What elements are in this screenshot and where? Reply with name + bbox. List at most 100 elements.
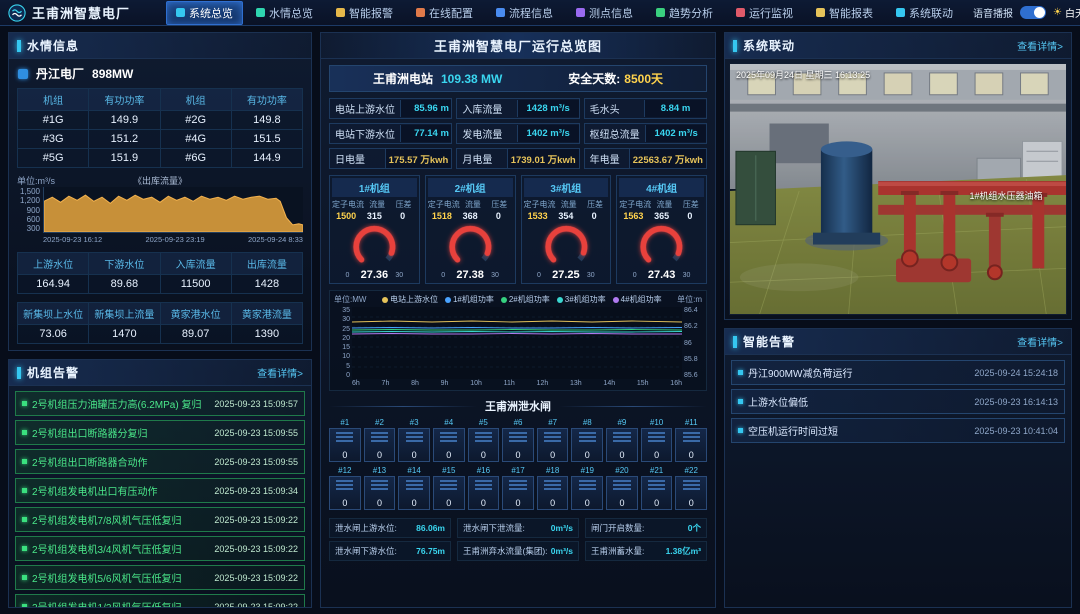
- spill-gate[interactable]: #16 0: [468, 466, 500, 510]
- nav-item[interactable]: 水情总览: [246, 1, 323, 25]
- nav-item-icon: [496, 8, 505, 17]
- unit-card[interactable]: 1#机组 定子电流 流量 压差 1500 315 0: [329, 175, 420, 284]
- nav-item[interactable]: 智能报警: [326, 1, 403, 25]
- outflow-y-axis: 1,5001,200900600300: [17, 187, 43, 233]
- spill-gate[interactable]: #1 0: [329, 418, 361, 462]
- spill-gate[interactable]: #2 0: [364, 418, 396, 462]
- spill-gate[interactable]: #4 0: [433, 418, 465, 462]
- unit-alarms-more-link[interactable]: 查看详情>: [257, 365, 303, 380]
- y-tick: 20: [342, 335, 350, 342]
- unit-alarm-row[interactable]: 2号机组发电机7/8风机气压低复归 2025-09-23 15:09:22: [15, 507, 305, 532]
- smart-alerts-title: 智能告警: [743, 333, 795, 350]
- gate-id: #20: [615, 466, 628, 475]
- gate-box: 0: [364, 428, 396, 462]
- gate-box: 0: [537, 428, 569, 462]
- gate-box: 0: [364, 476, 396, 510]
- unit-card-title: 4#机组: [619, 178, 704, 197]
- system-linkage-more-link[interactable]: 查看详情>: [1017, 38, 1063, 53]
- nav-item[interactable]: 趋势分析: [646, 1, 723, 25]
- unit-alarm-row[interactable]: 2号机组出口断路器合动作 2025-09-23 15:09:55: [15, 449, 305, 474]
- flow-label: 流量: [556, 197, 582, 211]
- unit-card[interactable]: 3#机组 定子电流 流量 压差 1533 354 0: [521, 175, 612, 284]
- nav-item[interactable]: 测点信息: [566, 1, 643, 25]
- spill-gate[interactable]: #19 0: [571, 466, 603, 510]
- smart-alert-row[interactable]: 上游水位偏低 2025-09-23 16:14:13: [731, 389, 1065, 414]
- day-mode-button[interactable]: ☀ 白天: [1053, 5, 1080, 20]
- nav-item[interactable]: 流程信息: [486, 1, 563, 25]
- spill-gates-header: 王甫洲泄水闸: [329, 398, 707, 414]
- nav-item[interactable]: 系统总览: [166, 1, 243, 25]
- spill-gate[interactable]: #12 0: [329, 466, 361, 510]
- legend-dot-icon: [557, 297, 563, 303]
- unit-gauge: 0 30 27.36: [332, 223, 417, 281]
- unit-card[interactable]: 4#机组 定子电流 流量 压差 1563 365 0: [616, 175, 707, 284]
- unit-alarm-row[interactable]: 2号机组发电机3/4风机气压低复归 2025-09-23 15:09:22: [15, 536, 305, 561]
- table-header-cell: 出库流量: [231, 253, 302, 275]
- spill-gate[interactable]: #7 0: [537, 418, 569, 462]
- legend-item[interactable]: 2#机组功率: [501, 294, 550, 305]
- gate-icon: [648, 480, 665, 490]
- unit-alarm-row[interactable]: 2号机组发电机5/6风机气压低复归 2025-09-23 15:09:22: [15, 565, 305, 590]
- smart-alerts-more-link[interactable]: 查看详情>: [1017, 334, 1063, 349]
- nav-item-icon: [736, 8, 745, 17]
- alert-time: 2025-09-23 16:14:13: [974, 397, 1058, 407]
- stat-value: 1739.01 万kwh: [507, 149, 579, 169]
- spill-gate[interactable]: #9 0: [606, 418, 638, 462]
- stator-current-label: 定子电流: [619, 197, 651, 211]
- legend-item[interactable]: 4#机组功率: [613, 294, 662, 305]
- spill-stat-label: 泄水闸下游水位:: [335, 545, 397, 557]
- legend-label: 电站上游水位: [390, 294, 438, 305]
- legend-item[interactable]: 电站上游水位: [382, 294, 438, 305]
- spill-gate[interactable]: #20 0: [606, 466, 638, 510]
- alarm-text: 2号机组发电机出口有压动作: [32, 483, 209, 498]
- unit-alarm-row[interactable]: 2号机组压力油罐压力高(6.2MPa) 复归 2025-09-23 15:09:…: [15, 391, 305, 416]
- gate-icon: [440, 432, 457, 442]
- spill-gate[interactable]: #18 0: [537, 466, 569, 510]
- spill-gate[interactable]: #13 0: [364, 466, 396, 510]
- y-tick: 35: [342, 307, 350, 314]
- spill-gate[interactable]: #6 0: [502, 418, 534, 462]
- spill-gate[interactable]: #15 0: [433, 466, 465, 510]
- gate-icon: [406, 480, 423, 490]
- unit-alarm-row[interactable]: 2号机组发电机1/2风机气压低复归 2025-09-23 15:09:22: [15, 594, 305, 607]
- voice-toggle[interactable]: [1020, 6, 1046, 19]
- table-cell: 151.2: [89, 130, 160, 149]
- table-header-cell: 有功功率: [231, 89, 302, 111]
- spill-gate[interactable]: #22 0: [675, 466, 707, 510]
- spill-gate[interactable]: #10 0: [641, 418, 673, 462]
- stat-value: 8.84 m: [644, 100, 706, 117]
- legend-dot-icon: [613, 297, 619, 303]
- divider: [559, 406, 707, 407]
- alarm-time: 2025-09-23 15:09:22: [214, 573, 298, 583]
- unit-card[interactable]: 2#机组 定子电流 流量 压差 1518 368 0: [425, 175, 516, 284]
- gauge-dial: [428, 223, 513, 273]
- stator-current-label: 定子电流: [524, 197, 556, 211]
- unit-power-table: 机组 有功功率 机组 有功功率 #1G 149.9 #2G 149.8: [17, 88, 303, 168]
- spill-gate[interactable]: #5 0: [468, 418, 500, 462]
- legend-item[interactable]: 1#机组功率: [445, 294, 494, 305]
- unit-alarm-row[interactable]: 2号机组出口断路器分复归 2025-09-23 15:09:55: [15, 420, 305, 445]
- x-tick: 10h: [470, 380, 482, 387]
- nav-item[interactable]: 智能报表: [806, 1, 883, 25]
- spill-gate[interactable]: #21 0: [641, 466, 673, 510]
- spill-gate[interactable]: #17 0: [502, 466, 534, 510]
- spill-gate[interactable]: #14 0: [398, 466, 430, 510]
- spill-gate[interactable]: #8 0: [571, 418, 603, 462]
- gauge-value: 27.36: [332, 269, 417, 281]
- smart-alert-row[interactable]: 空压机运行时间过短 2025-09-23 10:41:04: [731, 418, 1065, 443]
- unit-gauge: 0 30 27.38: [428, 223, 513, 281]
- spill-gate[interactable]: #3 0: [398, 418, 430, 462]
- gate-opening-value: 0: [516, 450, 521, 460]
- smart-alert-row[interactable]: 丹江900MW减负荷运行 2025-09-24 15:24:18: [731, 360, 1065, 385]
- nav-item[interactable]: 运行监视: [726, 1, 803, 25]
- camera-view[interactable]: 2025年09月24日 星期三 16:13:25 1#机组水压器油箱: [729, 63, 1067, 315]
- gate-id: #2: [375, 418, 384, 427]
- unit-alarm-row[interactable]: 2号机组发电机出口有压动作 2025-09-23 15:09:34: [15, 478, 305, 503]
- legend-item[interactable]: 3#机组功率: [557, 294, 606, 305]
- gate-id: #7: [548, 418, 557, 427]
- nav-item[interactable]: 在线配置: [406, 1, 483, 25]
- flow-label: 流量: [460, 197, 486, 211]
- spill-gate[interactable]: #11 0: [675, 418, 707, 462]
- nav-item[interactable]: 系统联动: [886, 1, 963, 25]
- legend-label: 4#机组功率: [621, 294, 662, 305]
